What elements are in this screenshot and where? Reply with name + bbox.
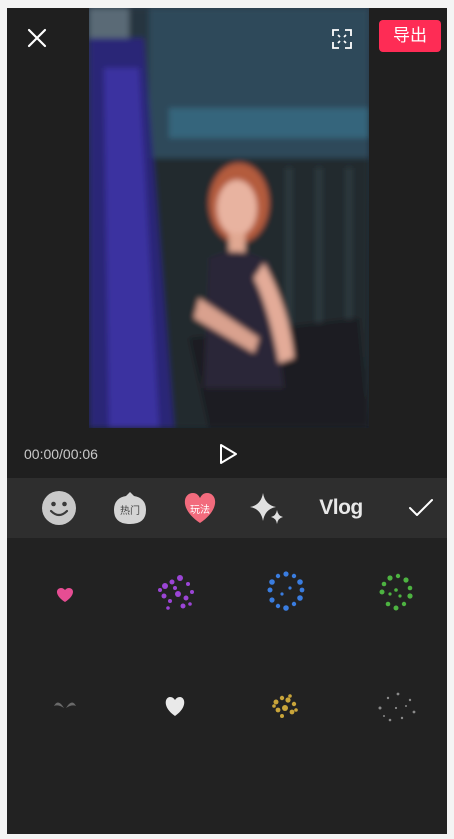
tab-hot[interactable]: 热门 bbox=[105, 478, 155, 538]
effect-gold-particles[interactable] bbox=[230, 650, 340, 760]
tab-hot-label: 热门 bbox=[120, 506, 140, 517]
effect-small-pink-heart[interactable] bbox=[10, 538, 120, 648]
check-icon bbox=[409, 499, 433, 516]
effect-green-particle-ring[interactable] bbox=[340, 538, 447, 648]
export-button[interactable]: 导出 bbox=[379, 20, 441, 52]
smiley-icon bbox=[42, 491, 76, 525]
tab-play-label: 玩法 bbox=[190, 505, 210, 516]
tab-sticker[interactable] bbox=[37, 478, 81, 538]
video-preview[interactable] bbox=[89, 8, 369, 428]
tab-sparkle[interactable] bbox=[245, 478, 289, 538]
effect-category-bar: 热门 玩法 Vlog bbox=[7, 478, 447, 538]
confirm-button[interactable] bbox=[399, 478, 443, 538]
effect-dark-wings[interactable] bbox=[10, 650, 120, 760]
effect-grey-dots[interactable] bbox=[340, 650, 447, 760]
playback-time: 00:00/00:06 bbox=[24, 446, 98, 462]
hot-bubble-icon: 热门 bbox=[111, 490, 149, 526]
tab-play[interactable]: 玩法 bbox=[175, 478, 225, 538]
heart-icon: 玩法 bbox=[181, 491, 219, 525]
tab-vlog-label: Vlog bbox=[319, 496, 363, 519]
fullscreen-icon[interactable] bbox=[331, 28, 353, 50]
close-icon[interactable] bbox=[25, 26, 49, 50]
editor-screen: 导出 00:00/00:06 热门 玩法 Vlog bbox=[7, 8, 447, 834]
play-icon[interactable] bbox=[217, 442, 239, 466]
effects-grid bbox=[7, 538, 447, 834]
effect-purple-particles[interactable] bbox=[120, 538, 230, 648]
sparkle-icon bbox=[250, 493, 283, 524]
tab-vlog[interactable]: Vlog bbox=[311, 478, 371, 538]
effect-blue-particle-ring[interactable] bbox=[230, 538, 340, 648]
effect-white-heart[interactable] bbox=[120, 650, 230, 760]
